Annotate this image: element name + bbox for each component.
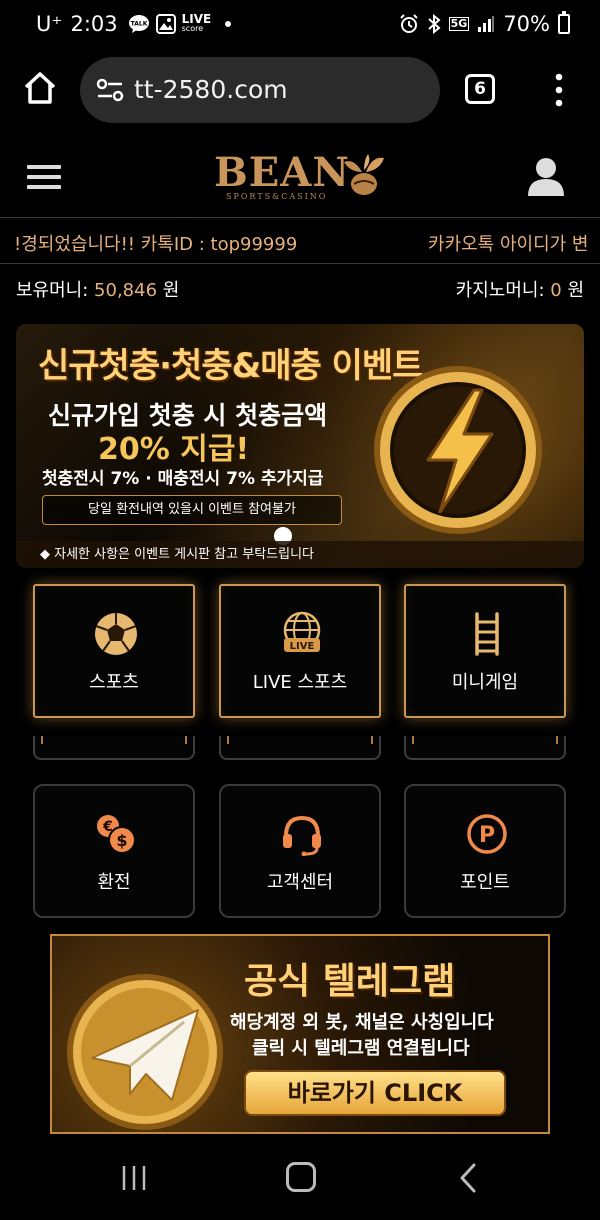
marquee-text: !경되었습니다!! 카톡ID : top99999 <box>14 234 298 255</box>
minigame-tile[interactable]: 미니게임 <box>404 584 566 718</box>
casino-money-value: 0 <box>550 280 562 301</box>
logo-text: BEAN <box>214 149 350 196</box>
game-menu: 스포츠 LIVE LIVE 스포츠 미니게임 <box>0 584 600 720</box>
more-notifications-dot <box>225 21 232 27</box>
livescore-live: LIVE <box>181 12 212 26</box>
marquee-text-next: 카카오톡 아이디가 변 <box>428 234 589 255</box>
status-bar-left: U⁺ 2:03 TALK LIVE score <box>36 12 232 36</box>
holding-money: 보유머니: 50,846 원 <box>16 276 179 302</box>
point-tile-label: 포인트 <box>460 872 510 893</box>
point-letter: P <box>479 823 495 848</box>
browser-toolbar: tt-2580.com 6 <box>0 52 600 128</box>
talk-label: TALK <box>130 21 147 28</box>
exchange-tile[interactable]: € $ 환전 <box>33 784 195 918</box>
system-navigation-bar <box>0 1136 600 1220</box>
holding-money-label: 보유머니: <box>16 280 89 301</box>
tab-switcher-button[interactable]: 6 <box>465 74 495 104</box>
casino-money-unit: 원 <box>567 280 584 301</box>
url-text[interactable]: tt-2580.com <box>134 75 288 104</box>
home-nav-icon[interactable] <box>286 1162 316 1192</box>
more-options-icon[interactable] <box>552 72 566 108</box>
currency-exchange-icon: € $ <box>97 815 136 854</box>
holding-money-unit: 원 <box>162 280 180 301</box>
network-type-icon: 5G <box>448 17 470 31</box>
casino-money-label: 카지노머니: <box>455 280 545 301</box>
telegram-banner-line2: 클릭 시 텔레그램 연결됩니다 <box>252 1038 470 1059</box>
telegram-banner[interactable]: 공식 텔레그램 해당계정 외 봇, 채널은 사칭입니다 클릭 시 텔레그램 연결… <box>50 934 550 1134</box>
status-bar-right: 5G 70% <box>399 11 570 36</box>
notification-icons: TALK LIVE score <box>128 12 232 34</box>
service-menu: € $ 환전 고객센터 P 포인트 <box>0 784 600 920</box>
notice-marquee: !경되었습니다!! 카톡ID : top99999 카카오톡 아이디가 변 <box>0 219 600 264</box>
clock: 2:03 <box>70 12 118 36</box>
event-banner-line2: 20% 지급! <box>98 432 250 467</box>
sports-tile[interactable]: 스포츠 <box>33 584 195 718</box>
gallery-icon <box>155 14 176 34</box>
peek-tile <box>219 736 381 760</box>
site-logo[interactable]: BEAN SPORTS&CASINO <box>214 150 386 206</box>
live-badge: LIVE <box>290 641 315 652</box>
holding-money-value: 50,846 <box>94 280 158 301</box>
kakaotalk-icon: TALK <box>128 15 149 33</box>
carrier-label: U⁺ <box>36 12 63 36</box>
event-banner-notice: 당일 환전내역 있을시 이벤트 참여불가 <box>42 495 342 525</box>
peek-tile <box>33 736 195 760</box>
telegram-coin-icon <box>67 974 223 1130</box>
event-banner-title: 신규첫충·첫충&매충 이벤트 <box>38 346 423 386</box>
lightning-coin-icon <box>374 366 542 534</box>
soccer-ball-icon <box>95 613 137 655</box>
scrolled-tiles-peek <box>0 736 600 762</box>
exchange-tile-label: 환전 <box>97 872 131 893</box>
event-banner-footer: ◆ 자세한 사항은 이벤트 게시판 참고 부탁드립니다 <box>16 541 584 568</box>
sports-tile-label: 스포츠 <box>89 672 139 693</box>
minigame-tile-label: 미니게임 <box>451 672 519 693</box>
home-icon[interactable] <box>22 70 58 106</box>
recent-apps-icon[interactable] <box>120 1164 148 1192</box>
headset-icon <box>283 815 321 856</box>
point-tile[interactable]: P 포인트 <box>404 784 566 918</box>
battery-percent: 70% <box>503 12 550 36</box>
site-settings-icon[interactable] <box>96 76 124 104</box>
user-account-icon[interactable] <box>527 156 565 196</box>
customer-center-tile-label: 고객센터 <box>266 872 334 893</box>
ladder-icon <box>475 612 499 656</box>
livescore-icon: LIVE score <box>181 12 212 34</box>
telegram-banner-line1: 해당계정 외 봇, 채널은 사칭입니다 <box>230 1012 494 1033</box>
peek-tile <box>404 736 566 760</box>
live-globe-icon: LIVE <box>283 611 321 652</box>
live-sports-tile-label: LIVE 스포츠 <box>252 672 348 693</box>
signal-icon <box>478 16 495 32</box>
svg-text:$: $ <box>116 831 127 850</box>
point-icon: P <box>467 814 507 854</box>
logo-subtext: SPORTS&CASINO <box>226 192 328 201</box>
event-banner-line3: 첫충전시 7% · 매충전시 7% 추가지급 <box>42 469 324 489</box>
bluetooth-icon <box>427 14 441 34</box>
back-icon[interactable] <box>456 1162 480 1194</box>
site-header: BEAN SPORTS&CASINO <box>0 128 600 218</box>
battery-icon <box>558 11 570 34</box>
menu-icon[interactable] <box>27 165 61 189</box>
telegram-banner-title: 공식 텔레그램 <box>244 961 456 1002</box>
casino-money: 카지노머니: 0 원 <box>456 276 584 302</box>
address-bar[interactable]: tt-2580.com <box>80 57 440 123</box>
status-bar: U⁺ 2:03 TALK LIVE score 5G 70% <box>0 0 600 52</box>
customer-center-tile[interactable]: 고객센터 <box>219 784 381 918</box>
event-banner[interactable]: 신규첫충·첫충&매충 이벤트 신규가입 첫충 시 첫충금액 20% 지급! 첫충… <box>16 324 584 568</box>
balance-row: 보유머니: 50,846 원 카지노머니: 0 원 <box>0 264 600 312</box>
alarm-icon <box>399 14 418 33</box>
coffee-bean-leaf-icon <box>344 154 384 195</box>
telegram-go-button[interactable]: 바로가기 CLICK <box>244 1070 506 1116</box>
live-sports-tile[interactable]: LIVE LIVE 스포츠 <box>219 584 381 718</box>
